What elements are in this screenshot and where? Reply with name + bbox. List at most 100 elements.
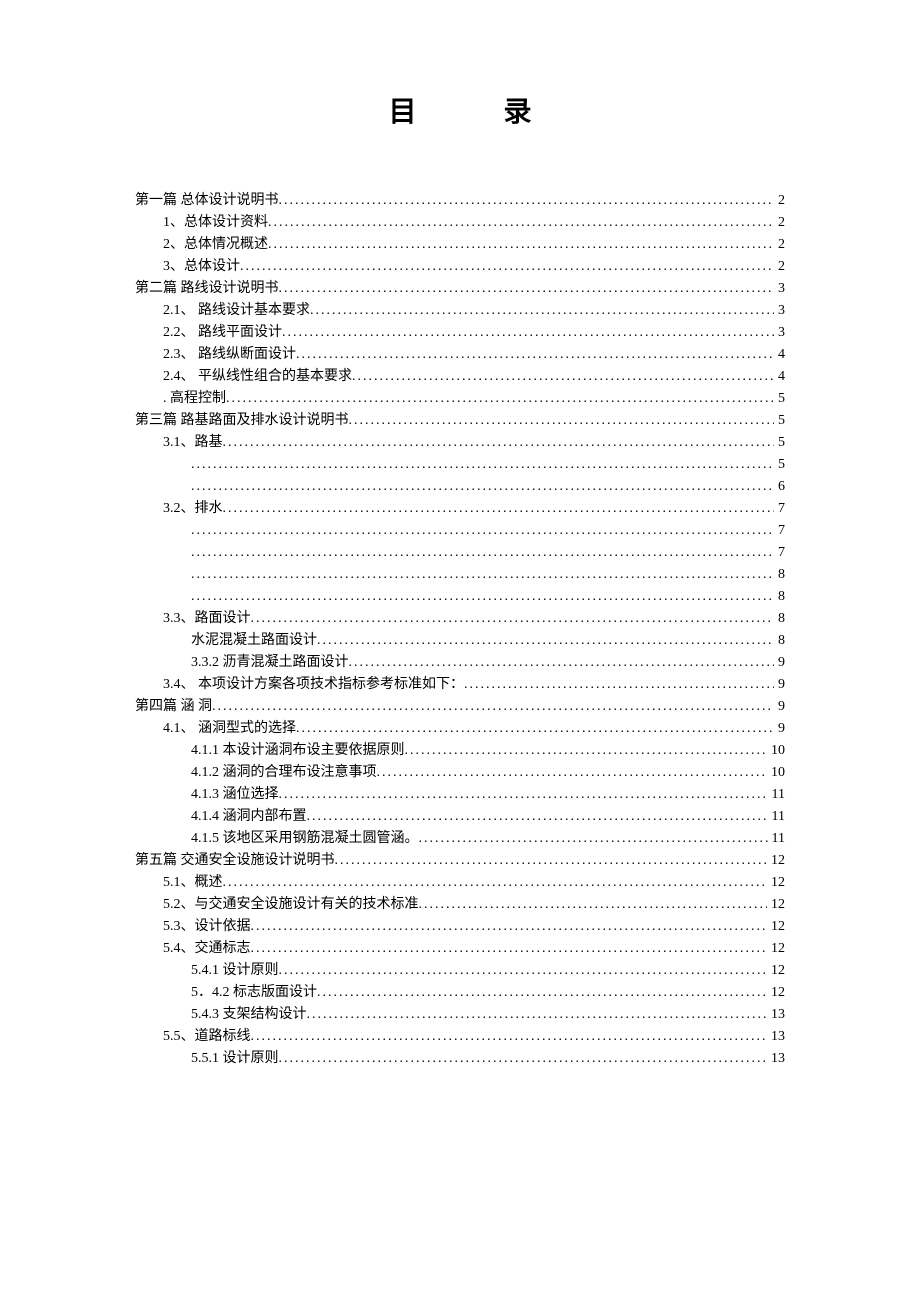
toc-entry-label: 3.1、路基 (163, 432, 223, 454)
toc-entry: 5.4.1 设计原则12 (135, 960, 785, 982)
toc-leader-dots (279, 784, 768, 798)
toc-leader-dots (307, 1004, 768, 1018)
toc-entry: 3.3.2 沥青混凝土路面设计9 (135, 652, 785, 674)
toc-entry: 第二篇 路线设计说明书3 (135, 278, 785, 300)
toc-entry-label: 3、总体设计 (163, 256, 240, 278)
toc-entry: 第三篇 路基路面及排水设计说明书 5 (135, 410, 785, 432)
toc-leader-dots (279, 960, 768, 974)
toc-leader-dots (251, 916, 768, 930)
toc-entry: 5.3、设计依据 12 (135, 916, 785, 938)
toc-entry-label: 5.1、概述 (163, 872, 223, 894)
toc-entry-label: 水泥混凝土路面设计 (191, 630, 317, 652)
toc-entry-page: 13 (767, 1004, 785, 1026)
toc-entry-page: 5 (774, 388, 785, 410)
toc-entry-label: 4.1.1 本设计涵洞布设主要依据原则 (191, 740, 405, 762)
toc-entry-page: 8 (774, 564, 785, 586)
toc-leader-dots (296, 718, 774, 732)
toc-leader-dots (349, 652, 775, 666)
toc-entry: 3、总体设计 2 (135, 256, 785, 278)
toc-entry-label: 3.3、路面设计 (163, 608, 251, 630)
toc-entry-label: 4.1.4 涵洞内部布置 (191, 806, 307, 828)
toc-leader-dots (251, 608, 775, 622)
toc-entry: 水泥混凝土路面设计 8 (135, 630, 785, 652)
toc-entry: 4.1.4 涵洞内部布置 11 (135, 806, 785, 828)
toc-entry-label: 4.1.5 该地区采用钢筋混凝土圆管涵。 (191, 828, 419, 850)
toc-entry: . 高程控制 5 (135, 388, 785, 410)
toc-entry: 3.4、 本项设计方案各项技术指标参考标准如下：9 (135, 674, 785, 696)
toc-entry-page: 2 (774, 212, 785, 234)
toc-entry-label: 1、总体设计资料 (163, 212, 268, 234)
toc-entry: 5．4.2 标志版面设计 12 (135, 982, 785, 1004)
toc-entry-page: 2 (774, 256, 785, 278)
toc-entry: 4.1.2 涵洞的合理布设注意事项10 (135, 762, 785, 784)
table-of-contents: 第一篇 总体设计说明书21、总体设计资料22、总体情况概述23、总体设计2第二篇… (135, 190, 785, 1070)
toc-entry-page: 5 (774, 454, 785, 476)
toc-entry-label: 5．4.2 标志版面设计 (191, 982, 317, 1004)
toc-entry-label: 2、总体情况概述 (163, 234, 268, 256)
toc-leader-dots (191, 476, 774, 490)
toc-entry-label: 3.2、排水 (163, 498, 223, 520)
toc-entry-label: 5.2、与交通安全设施设计有关的技术标准 (163, 894, 419, 916)
toc-entry-page: 6 (774, 476, 785, 498)
toc-entry-page: 10 (767, 740, 785, 762)
toc-entry-label: . 高程控制 (163, 388, 226, 410)
toc-entry-page: 7 (774, 498, 785, 520)
toc-entry: 1、总体设计资料 2 (135, 212, 785, 234)
toc-leader-dots (191, 542, 774, 556)
toc-leader-dots (335, 850, 768, 864)
toc-entry: 3.2、排水 7 (135, 498, 785, 520)
toc-entry-page: 11 (768, 828, 785, 850)
toc-leader-dots (405, 740, 768, 754)
toc-leader-dots (212, 696, 774, 710)
toc-entry-page: 8 (774, 630, 785, 652)
toc-leader-dots (317, 982, 767, 996)
toc-leader-dots (464, 674, 774, 688)
toc-entry-label: 5.3、设计依据 (163, 916, 251, 938)
toc-entry-page: 13 (767, 1048, 785, 1070)
toc-entry-page: 8 (774, 586, 785, 608)
toc-leader-dots (251, 1026, 768, 1040)
toc-leader-dots (279, 190, 775, 204)
toc-entry-label: 第五篇 交通安全设施设计说明书 (135, 850, 335, 872)
toc-entry-label: 4.1.2 涵洞的合理布设注意事项 (191, 762, 377, 784)
toc-entry: 2.1、 路线设计基本要求3 (135, 300, 785, 322)
toc-entry: 2.4、 平纵线性组合的基本要求4 (135, 366, 785, 388)
toc-leader-dots (317, 630, 774, 644)
toc-entry-page: 3 (774, 278, 785, 300)
toc-entry: 5.5.1 设计原则13 (135, 1048, 785, 1070)
toc-leader-dots (191, 564, 774, 578)
toc-entry-page: 12 (767, 850, 785, 872)
toc-entry-label: 第三篇 路基路面及排水设计说明书 (135, 410, 349, 432)
toc-leader-dots (268, 212, 774, 226)
toc-entry: 8 (135, 564, 785, 586)
toc-leader-dots (251, 938, 768, 952)
toc-entry-label: 4.1、 涵洞型式的选择 (163, 718, 296, 740)
toc-leader-dots (279, 278, 775, 292)
toc-entry: 4.1.1 本设计涵洞布设主要依据原则 10 (135, 740, 785, 762)
page-title: 目 录 (135, 90, 785, 130)
toc-entry: 2、总体情况概述2 (135, 234, 785, 256)
toc-leader-dots (240, 256, 774, 270)
toc-entry: 3.1、路基5 (135, 432, 785, 454)
toc-leader-dots (377, 762, 768, 776)
toc-leader-dots (226, 388, 774, 402)
toc-leader-dots (419, 894, 768, 908)
toc-entry-page: 12 (767, 938, 785, 960)
toc-leader-dots (191, 586, 774, 600)
toc-entry: 5.2、与交通安全设施设计有关的技术标准 12 (135, 894, 785, 916)
toc-entry: 5 (135, 454, 785, 476)
toc-entry: 第五篇 交通安全设施设计说明书 12 (135, 850, 785, 872)
toc-entry-page: 12 (767, 982, 785, 1004)
toc-entry: 5.5、道路标线13 (135, 1026, 785, 1048)
toc-entry-page: 5 (774, 410, 785, 432)
toc-entry: 4.1、 涵洞型式的选择9 (135, 718, 785, 740)
toc-leader-dots (279, 1048, 768, 1062)
toc-entry-page: 12 (767, 916, 785, 938)
toc-entry: 7 (135, 542, 785, 564)
toc-entry-page: 7 (774, 542, 785, 564)
toc-entry-page: 2 (774, 190, 785, 212)
toc-entry-page: 11 (768, 806, 785, 828)
toc-entry-label: 5.4.3 支架结构设计 (191, 1004, 307, 1026)
toc-entry-page: 12 (767, 894, 785, 916)
toc-entry-page: 11 (768, 784, 785, 806)
